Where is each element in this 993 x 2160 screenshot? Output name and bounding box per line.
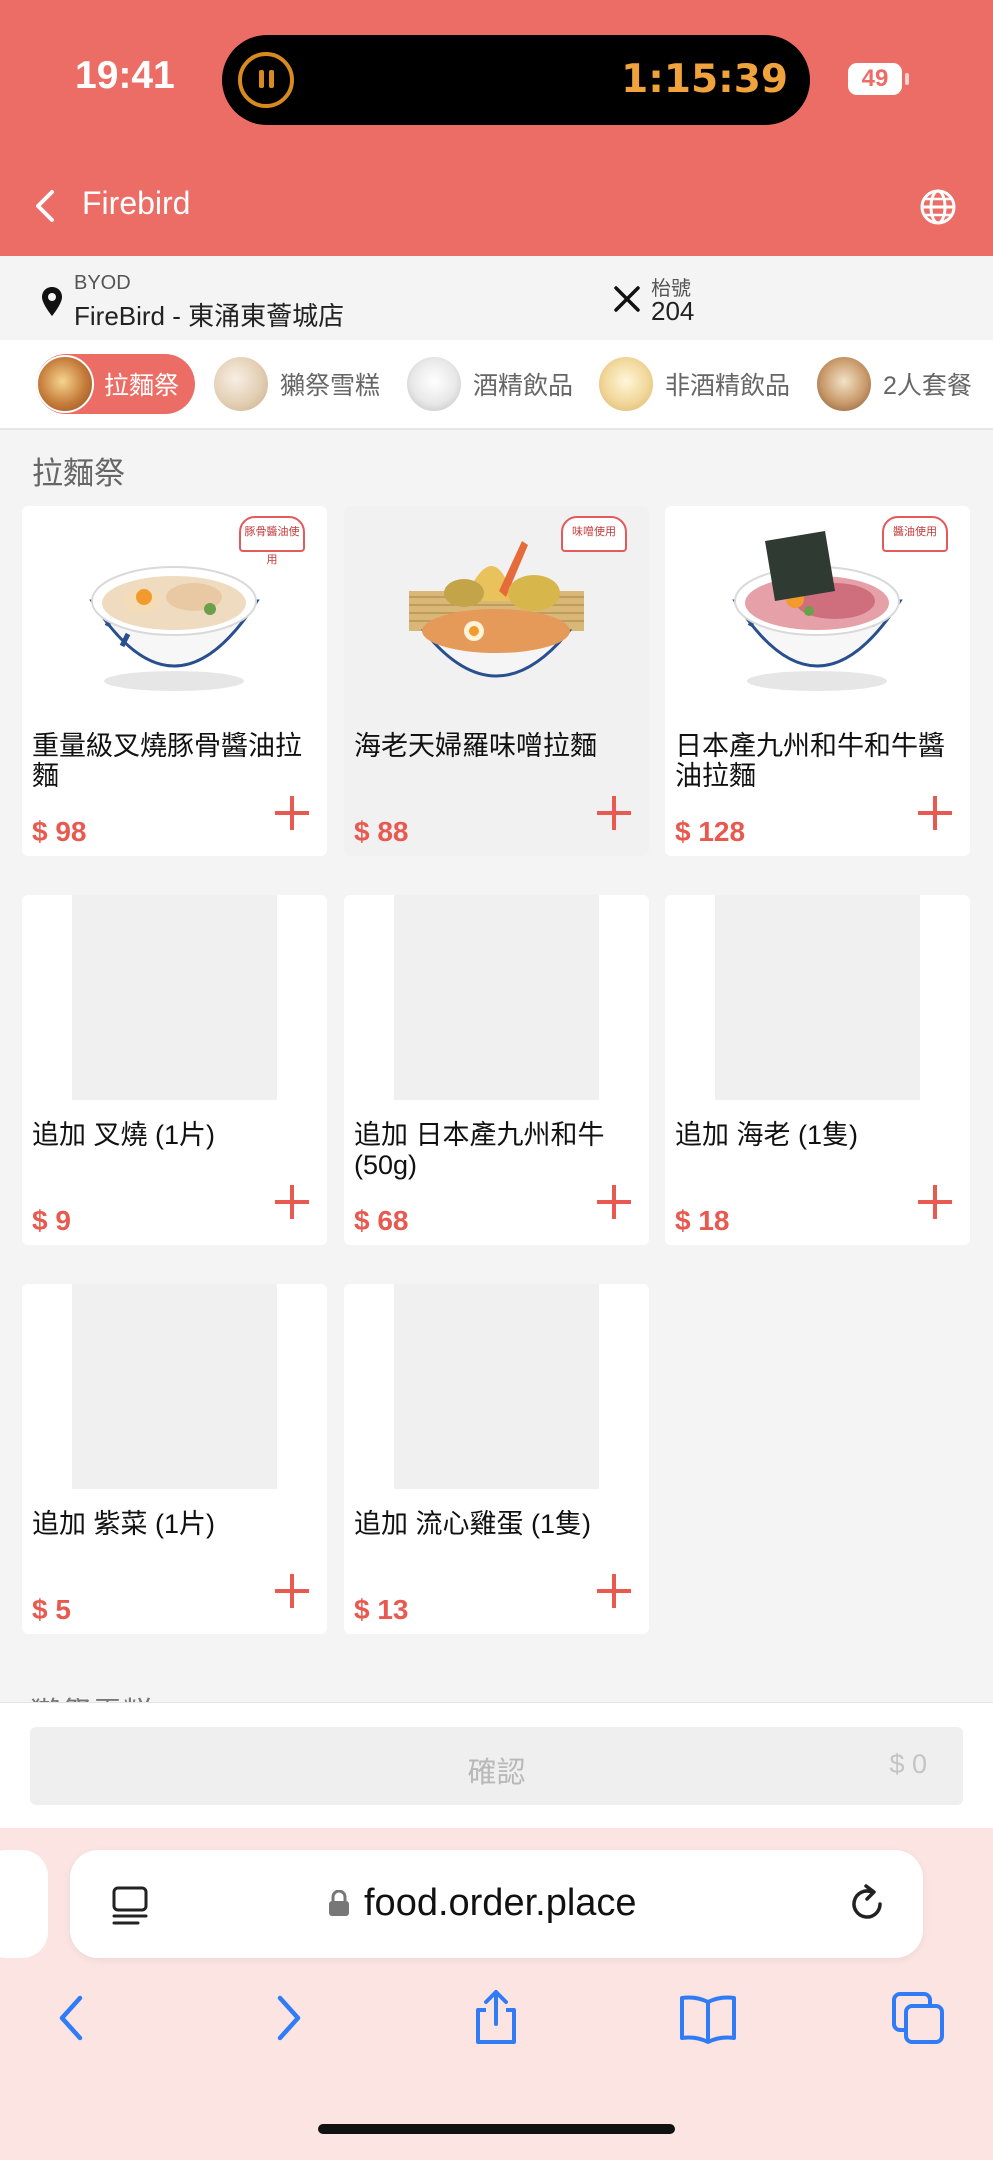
chevron-left-icon[interactable] xyxy=(26,186,66,226)
menu-item-card[interactable]: 追加 叉燒 (1片) $ 9 xyxy=(22,895,327,1245)
home-indicator xyxy=(318,2124,675,2134)
globe-icon[interactable] xyxy=(918,187,958,227)
location-pin-icon xyxy=(42,287,62,316)
tonkotsu-ramen-image xyxy=(89,566,260,691)
add-item-icon[interactable] xyxy=(597,1185,631,1219)
item-price: $ 18 xyxy=(675,1205,730,1236)
item-price: $ 5 xyxy=(32,1594,71,1625)
set-meal-thumb-icon xyxy=(815,355,873,413)
reload-icon[interactable] xyxy=(846,1882,890,1926)
drink-thumb-icon xyxy=(597,355,655,413)
menu-item-card[interactable]: 味噌使用 海老天婦羅味噌拉麵 $ 88 xyxy=(344,506,649,856)
dynamic-island[interactable]: 1:15:39 xyxy=(222,35,810,125)
add-item-icon[interactable] xyxy=(275,1574,309,1608)
add-item-icon[interactable] xyxy=(597,1574,631,1608)
battery-indicator: 49 xyxy=(848,63,902,95)
add-item-icon[interactable] xyxy=(918,1185,952,1219)
reader-icon[interactable] xyxy=(110,1884,152,1926)
tab-non-alcoholic-drinks[interactable]: 非酒精飲品 xyxy=(597,354,790,414)
menu-item-card[interactable]: 追加 日本產九州和牛 (50g) $ 68 xyxy=(344,895,649,1245)
order-total: $ 0 xyxy=(889,1749,927,1779)
item-name: 日本產九州和牛和牛醬油拉麵 xyxy=(675,731,945,791)
item-name: 追加 流心雞蛋 (1隻) xyxy=(354,1509,592,1539)
sauce-badge: 豚骨醬油使用 xyxy=(239,516,305,566)
address-bar[interactable]: food.order.place xyxy=(70,1850,923,1958)
utensils-icon xyxy=(614,286,640,312)
item-price: $ 13 xyxy=(354,1594,409,1625)
app-title: Firebird xyxy=(82,185,191,221)
menu-item-card[interactable]: 追加 紫菜 (1片) $ 5 xyxy=(22,1284,327,1634)
menu-item-card[interactable]: 追加 海老 (1隻) $ 18 xyxy=(665,895,970,1245)
image-placeholder xyxy=(72,895,277,1100)
tab-ramen-festival[interactable]: 拉麵祭 xyxy=(36,354,196,414)
byod-label: BYOD xyxy=(74,272,131,294)
browser-toolbar: food.order.place xyxy=(0,1828,993,2160)
share-icon[interactable] xyxy=(466,1988,526,2048)
sake-thumb-icon xyxy=(405,355,463,413)
store-info: BYOD FireBird - 東涌東薈城店 枱號 204 xyxy=(0,256,993,340)
previous-tab-preview[interactable] xyxy=(0,1850,48,1958)
image-placeholder xyxy=(715,895,920,1100)
add-item-icon[interactable] xyxy=(597,796,631,830)
item-price: $ 68 xyxy=(354,1205,409,1236)
battery-tip xyxy=(905,73,909,85)
item-name: 重量級叉燒豚骨醬油拉麵 xyxy=(32,731,302,791)
add-item-icon[interactable] xyxy=(918,796,952,830)
menu-item-card[interactable]: 追加 流心雞蛋 (1隻) $ 13 xyxy=(344,1284,649,1634)
order-footer: 確認 $ 0 xyxy=(0,1702,993,1829)
tab-set-for-two[interactable]: 2人套餐 xyxy=(815,354,972,414)
item-price: $ 128 xyxy=(675,816,746,847)
bookmarks-icon[interactable] xyxy=(678,1988,738,2048)
pause-icon xyxy=(238,52,294,108)
tabs-icon[interactable] xyxy=(888,1988,948,2048)
item-name: 追加 叉燒 (1片) xyxy=(32,1120,216,1150)
item-name: 海老天婦羅味噌拉麵 xyxy=(354,731,597,761)
confirm-button[interactable]: 確認 $ 0 xyxy=(30,1727,963,1805)
lock-icon xyxy=(329,1890,349,1916)
confirm-label: 確認 xyxy=(467,1757,526,1789)
item-name: 追加 日本產九州和牛 (50g) xyxy=(354,1120,605,1180)
back-icon[interactable] xyxy=(42,1988,102,2048)
item-price: $ 88 xyxy=(354,816,409,847)
ice-cream-thumb-icon xyxy=(212,355,270,413)
image-placeholder xyxy=(394,895,599,1100)
forward-icon[interactable] xyxy=(258,1988,318,2048)
table-number: 204 xyxy=(651,296,695,326)
item-price: $ 98 xyxy=(32,816,87,847)
item-price: $ 9 xyxy=(32,1205,71,1236)
image-placeholder xyxy=(72,1284,277,1489)
app-header: 19:41 1:15:39 49 Firebird xyxy=(0,0,993,256)
status-time: 19:41 xyxy=(75,54,175,97)
add-item-icon[interactable] xyxy=(275,1185,309,1219)
timer-readout: 1:15:39 xyxy=(621,57,788,102)
item-name: 追加 紫菜 (1片) xyxy=(32,1509,216,1539)
image-placeholder xyxy=(394,1284,599,1489)
wagyu-shoyu-ramen-image xyxy=(732,531,903,691)
tab-alcoholic-drinks[interactable]: 酒精飲品 xyxy=(405,354,573,414)
menu-item-card[interactable]: 醬油使用 日本產九州和牛和牛醬油拉麵 $ 128 xyxy=(665,506,970,856)
section-title: 拉麵祭 xyxy=(32,456,125,491)
ramen-thumb-icon xyxy=(36,355,94,413)
store-name: FireBird - 東涌東薈城店 xyxy=(74,301,345,331)
url-text[interactable]: food.order.place xyxy=(364,1882,637,1925)
sauce-badge: 味噌使用 xyxy=(561,516,627,552)
sauce-badge: 醬油使用 xyxy=(882,516,948,552)
tempura-miso-ramen-image xyxy=(409,541,584,678)
add-item-icon[interactable] xyxy=(275,796,309,830)
category-tabs: 拉麵祭 獺祭雪糕 酒精飲品 非酒精飲品 2人套餐 xyxy=(0,340,993,430)
item-name: 追加 海老 (1隻) xyxy=(675,1120,859,1150)
tab-dassai-ice-cream[interactable]: 獺祭雪糕 xyxy=(212,354,380,414)
menu-item-card[interactable]: 豚骨醬油使用 重量級叉燒豚骨醬油拉麵 $ 98 xyxy=(22,506,327,856)
